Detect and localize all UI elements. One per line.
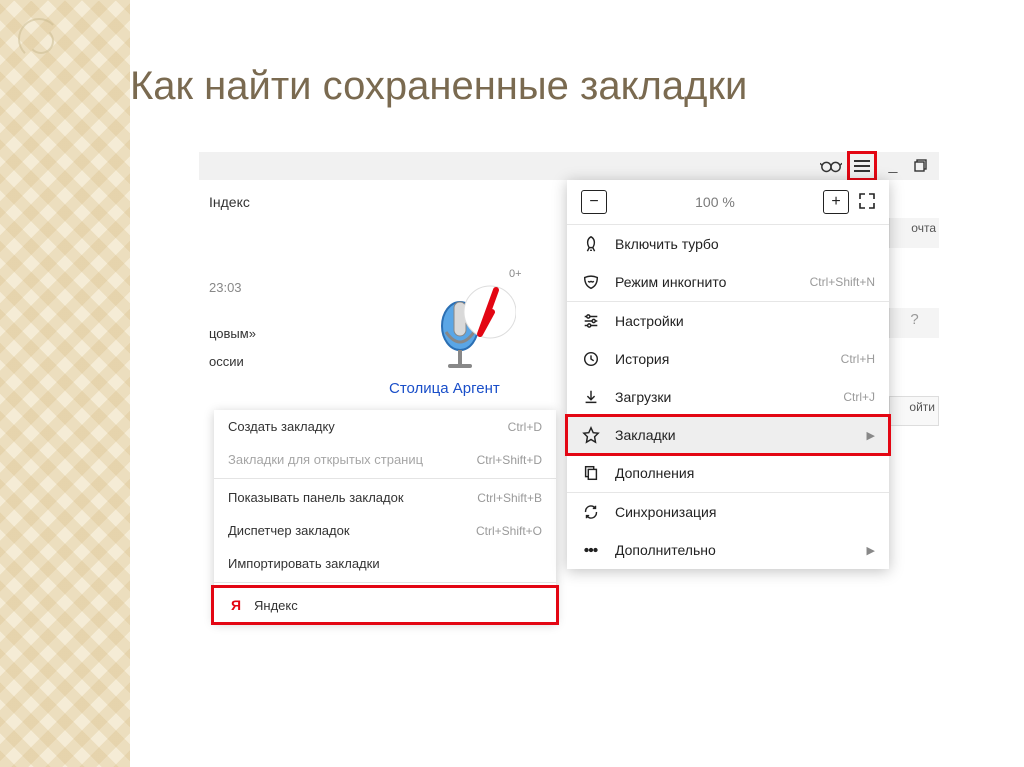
zoom-controls: − 100 % + <box>567 180 889 224</box>
submenu-create-bookmark[interactable]: Создать закладку Ctrl+D <box>214 410 556 443</box>
menu-item-label: Режим инкогнито <box>615 274 796 290</box>
bookmarks-submenu: Создать закладку Ctrl+D Закладки для отк… <box>214 410 556 622</box>
clock-icon <box>581 350 601 368</box>
zoom-out-button[interactable]: − <box>581 190 607 214</box>
restore-button[interactable] <box>909 155 933 177</box>
login-button-fragment[interactable]: ойти <box>890 397 938 417</box>
menu-turbo[interactable]: Включить турбо <box>567 225 889 263</box>
dots-icon <box>581 541 601 559</box>
menu-incognito[interactable]: Режим инкогнито Ctrl+Shift+N <box>567 263 889 301</box>
decor-curl <box>18 18 60 60</box>
menu-item-label: Закладки <box>615 427 853 443</box>
mail-link-fragment[interactable]: очта <box>890 218 939 238</box>
time-label: 23:03 <box>209 280 242 295</box>
shortcut-label: Ctrl+Shift+B <box>477 491 542 505</box>
zoom-in-button[interactable]: + <box>823 190 849 214</box>
submenu-bookmark-manager[interactable]: Диспетчер закладок Ctrl+Shift+O <box>214 514 556 547</box>
yandex-icon: Я <box>228 597 244 613</box>
submenu-item-label: Импортировать закладки <box>228 556 380 571</box>
separator <box>214 582 556 583</box>
menu-bookmarks[interactable]: Закладки ▶ <box>567 416 889 454</box>
menu-item-label: Включить турбо <box>615 236 875 252</box>
menu-settings[interactable]: Настройки <box>567 302 889 340</box>
menu-item-label: Дополнения <box>615 465 875 481</box>
submenu-item-label: Показывать панель закладок <box>228 490 404 505</box>
tab-title: Iндекс <box>209 194 250 210</box>
submenu-bookmark-open-pages[interactable]: Закладки для открытых страниц Ctrl+Shift… <box>214 443 556 476</box>
help-button[interactable]: ? <box>890 308 939 331</box>
submenu-item-label: Диспетчер закладок <box>228 523 350 538</box>
sliders-icon <box>581 312 601 330</box>
text-fragment-2: оссии <box>209 354 244 369</box>
menu-item-label: Синхронизация <box>615 504 875 520</box>
submenu-item-label: Создать закладку <box>228 419 335 434</box>
menu-extensions[interactable]: Дополнения <box>567 454 889 492</box>
menu-downloads[interactable]: Загрузки Ctrl+J <box>567 378 889 416</box>
menu-more[interactable]: Дополнительно ▶ <box>567 531 889 569</box>
main-menu: − 100 % + Включить турбо Режим инкогнито… <box>567 180 889 569</box>
screenshot-canvas: _ Iндекс 23:03 0+ цовым» оссии Столица А… <box>199 152 939 672</box>
slide-title: Как найти сохраненные закладки <box>130 64 747 109</box>
browser-topbar: _ <box>199 152 939 180</box>
menu-item-label: Загрузки <box>615 389 829 405</box>
minimize-button[interactable]: _ <box>881 155 905 177</box>
submenu-yandex-folder[interactable]: Я Яндекс <box>211 585 559 625</box>
copy-icon <box>581 464 601 482</box>
hamburger-menu-button[interactable] <box>847 151 877 181</box>
sync-icon <box>581 503 601 521</box>
separator <box>214 478 556 479</box>
shortcut-label: Ctrl+D <box>508 420 542 434</box>
submenu-import-bookmarks[interactable]: Импортировать закладки <box>214 547 556 580</box>
chevron-right-icon: ▶ <box>867 429 875 442</box>
shortcut-label: Ctrl+Shift+O <box>476 524 542 538</box>
submenu-item-label: Яндекс <box>254 598 298 613</box>
rocket-icon <box>581 235 601 253</box>
chevron-right-icon: ▶ <box>867 544 875 557</box>
shortcut-label: Ctrl+Shift+D <box>477 453 542 467</box>
shortcut-label: Ctrl+J <box>843 390 875 404</box>
menu-history[interactable]: История Ctrl+H <box>567 340 889 378</box>
fullscreen-button[interactable] <box>859 193 875 212</box>
yandex-logo-mic <box>424 274 516 374</box>
submenu-item-label: Закладки для открытых страниц <box>228 452 423 467</box>
menu-sync[interactable]: Синхронизация <box>567 493 889 531</box>
menu-item-label: Настройки <box>615 313 875 329</box>
text-fragment-1: цовым» <box>209 326 256 341</box>
submenu-show-bookmarks-bar[interactable]: Показывать панель закладок Ctrl+Shift+B <box>214 481 556 514</box>
menu-item-label: Дополнительно <box>615 542 853 558</box>
shortcut-label: Ctrl+Shift+N <box>810 275 875 289</box>
download-icon <box>581 388 601 406</box>
zoom-value: 100 % <box>617 194 813 210</box>
menu-item-label: История <box>615 351 827 367</box>
star-icon <box>581 426 601 444</box>
reader-mode-icon[interactable] <box>819 155 843 177</box>
news-caption[interactable]: Столица Аргент <box>389 380 500 397</box>
shortcut-label: Ctrl+H <box>841 352 875 366</box>
mask-icon <box>581 273 601 291</box>
